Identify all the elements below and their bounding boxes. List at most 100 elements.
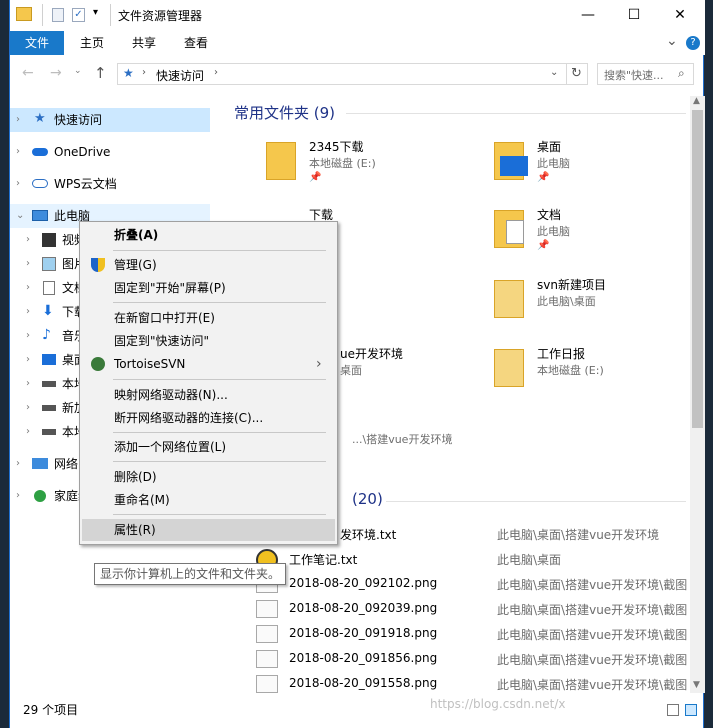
menu-item-label: 在新窗口中打开(E) <box>114 311 215 325</box>
quick-access-toolbar-dropdown-icon[interactable]: ▾ <box>93 7 98 18</box>
drive-icon <box>42 381 56 387</box>
breadcrumb-chevron-icon[interactable]: › <box>214 67 218 78</box>
menu-item-label: 管理(G) <box>114 258 157 272</box>
download-icon: ⬇ <box>42 303 54 319</box>
pc-icon <box>32 210 48 221</box>
chevron-right-icon[interactable]: › <box>26 324 30 348</box>
folder-icon <box>266 142 296 180</box>
title-bar: ✓ ▾ 文件资源管理器 — ☐ ✕ <box>10 0 705 31</box>
maximize-button[interactable]: ☐ <box>611 0 657 31</box>
folder-icon <box>494 349 524 387</box>
scroll-down-arrow-icon[interactable]: ▼ <box>693 680 700 690</box>
quick-access-star-icon: ★ <box>123 66 134 80</box>
chevron-right-icon[interactable]: › <box>16 108 20 132</box>
refresh-button[interactable]: ↻ <box>571 66 582 81</box>
ribbon-expand-icon[interactable]: ⌄ <box>666 33 678 49</box>
menu-item-delete[interactable]: 删除(D) <box>82 466 335 488</box>
folder-location: 本地磁盘 (E:) <box>309 157 376 170</box>
menu-item-properties[interactable]: 属性(R) <box>82 519 335 541</box>
minimize-button[interactable]: — <box>565 0 611 31</box>
recent-file-row[interactable]: 2018-08-20_091856.png 此电脑\桌面\搭建vue开发环境\截… <box>248 648 688 670</box>
tab-view[interactable]: 查看 <box>174 31 218 55</box>
chevron-down-icon[interactable]: ⌄ <box>16 204 24 228</box>
recent-file-row[interactable]: 2018-08-20_092102.png 此电脑\桌面\搭建vue开发环境\截… <box>248 573 688 595</box>
help-icon[interactable]: ? <box>686 36 700 50</box>
scroll-up-arrow-icon[interactable]: ▲ <box>693 96 700 106</box>
nav-item-quick-access[interactable]: › ★ 快速访问 <box>10 108 210 132</box>
submenu-arrow-icon: › <box>316 356 322 372</box>
chevron-right-icon[interactable]: › <box>16 140 20 164</box>
folder-tile[interactable]: 桌面 此电脑 📌 <box>476 136 686 190</box>
menu-separator <box>113 302 326 303</box>
nav-item-wps-cloud[interactable]: › WPS云文档 <box>10 172 210 196</box>
folder-tile[interactable]: 文档 此电脑 📌 <box>476 204 686 258</box>
large-icons-view-icon[interactable] <box>685 704 697 716</box>
close-button[interactable]: ✕ <box>657 0 703 31</box>
chevron-right-icon[interactable]: › <box>16 172 20 196</box>
menu-item-label: 折叠(A) <box>114 228 159 242</box>
chevron-right-icon[interactable]: › <box>26 228 30 252</box>
chevron-right-icon[interactable]: › <box>26 348 30 372</box>
search-icon[interactable]: ⌕ <box>678 66 685 81</box>
folder-location: 此电脑\桌面 <box>537 295 596 308</box>
folder-location: 此电脑 <box>537 225 570 238</box>
menu-item-label: 添加一个网络位置(L) <box>114 440 227 454</box>
up-button[interactable]: ↑ <box>94 64 107 82</box>
recent-file-row[interactable]: 2018-08-20_091918.png 此电脑\桌面\搭建vue开发环境\截… <box>248 623 688 645</box>
menu-item-label: 属性(R) <box>114 523 156 537</box>
recent-locations-dropdown-icon[interactable]: ⌄ <box>74 66 82 76</box>
forward-button[interactable]: → <box>50 65 62 81</box>
nav-item-onedrive[interactable]: › OneDrive <box>10 140 210 164</box>
tab-file[interactable]: 文件 <box>10 31 64 55</box>
scrollbar-thumb[interactable] <box>692 110 703 428</box>
chevron-right-icon[interactable]: › <box>26 300 30 324</box>
folder-name: 工作日报 <box>537 347 586 361</box>
search-input[interactable]: 搜索"快速... ⌕ <box>597 63 694 85</box>
chevron-right-icon[interactable]: › <box>16 484 20 508</box>
menu-item-disconnect-network-drive[interactable]: 断开网络驱动器的连接(C)... <box>82 407 335 429</box>
menu-item-tortoisesvn[interactable]: TortoiseSVN › <box>82 353 335 375</box>
chevron-right-icon[interactable]: › <box>26 276 30 300</box>
chevron-right-icon[interactable]: › <box>26 252 30 276</box>
tab-share[interactable]: 共享 <box>122 31 166 55</box>
address-row: ← → ⌄ ↑ ★ › 快速访问 › ⌄ ↻ 搜索"快速... ⌕ <box>10 57 705 91</box>
menu-item-rename[interactable]: 重命名(M) <box>82 489 335 511</box>
menu-item-collapse[interactable]: 折叠(A) <box>82 224 335 246</box>
pin-icon: 📌 <box>537 172 550 183</box>
breadcrumb-chevron-icon[interactable]: › <box>142 67 146 78</box>
search-placeholder: 搜索"快速... <box>604 69 664 82</box>
chevron-right-icon[interactable]: › <box>26 396 30 420</box>
chevron-right-icon[interactable]: › <box>26 372 30 396</box>
tab-home[interactable]: 主页 <box>70 31 114 55</box>
menu-item-map-network-drive[interactable]: 映射网络驱动器(N)... <box>82 384 335 406</box>
folder-tile[interactable]: 2345下载 本地磁盘 (E:) 📌 <box>248 136 468 190</box>
frequent-folders-header[interactable]: 常用文件夹 (9) <box>234 102 335 123</box>
recent-file-path: 此电脑\桌面\搭建vue开发环境\截图 <box>497 653 688 667</box>
recent-file-name: 发环境.txt <box>340 528 397 542</box>
folder-tile[interactable]: svn新建项目 此电脑\桌面 <box>476 274 686 328</box>
address-bar[interactable]: ★ › 快速访问 › ⌄ ↻ <box>117 63 588 85</box>
explorer-folder-icon[interactable] <box>16 7 32 21</box>
details-view-icon[interactable] <box>667 704 679 716</box>
menu-item-pin-quick-access[interactable]: 固定到"快速访问" <box>82 330 335 352</box>
properties-quick-icon[interactable] <box>52 8 64 22</box>
back-button[interactable]: ← <box>22 65 34 81</box>
document-overlay-icon <box>506 220 524 244</box>
recent-file-row[interactable]: 2018-08-20_092039.png 此电脑\桌面\搭建vue开发环境\截… <box>248 598 688 620</box>
chevron-right-icon[interactable]: › <box>26 420 30 444</box>
recent-file-row[interactable]: 2018-08-20_091558.png 此电脑\桌面\搭建vue开发环境\截… <box>248 673 688 693</box>
new-folder-quick-icon[interactable]: ✓ <box>72 8 85 22</box>
menu-item-add-network-location[interactable]: 添加一个网络位置(L) <box>82 436 335 458</box>
menu-item-open-new-window[interactable]: 在新窗口中打开(E) <box>82 307 335 329</box>
recent-files-header[interactable]: (20) <box>352 490 383 508</box>
chevron-right-icon[interactable]: › <box>16 452 20 476</box>
menu-item-manage[interactable]: 管理(G) <box>82 254 335 276</box>
recent-file-path: 此电脑\桌面 <box>497 553 562 567</box>
recent-file-path: 此电脑\桌面\搭建vue开发环境\截图 <box>497 628 688 642</box>
recent-file-row[interactable]: 工作笔记.txt 此电脑\桌面 <box>248 548 688 571</box>
address-dropdown-icon[interactable]: ⌄ <box>550 67 558 78</box>
recent-file-name: 2018-08-20_091918.png <box>289 626 438 640</box>
breadcrumb-item[interactable]: 快速访问 <box>156 67 204 84</box>
menu-item-pin-start[interactable]: 固定到"开始"屏幕(P) <box>82 277 335 299</box>
folder-tile[interactable]: 工作日报 本地磁盘 (E:) <box>476 343 686 397</box>
